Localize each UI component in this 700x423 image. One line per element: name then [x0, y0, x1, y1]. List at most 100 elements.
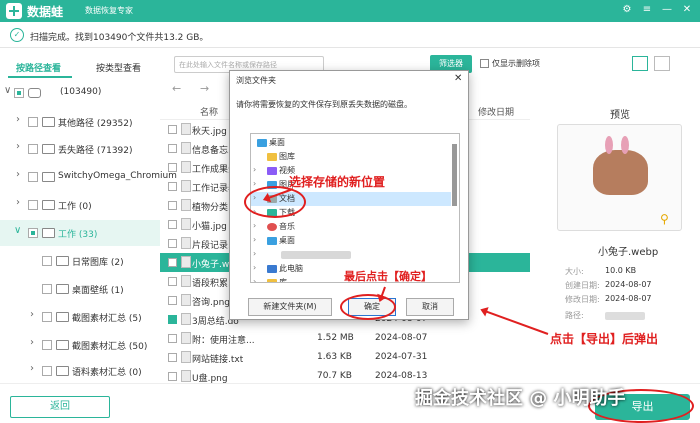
chevron-right-icon[interactable]: › [16, 197, 20, 208]
cancel-button[interactable]: 取消 [406, 298, 454, 316]
file-checkbox[interactable] [168, 277, 177, 286]
list-view-icon[interactable] [654, 56, 670, 71]
tree-item[interactable]: 日常图库 (2) [0, 248, 160, 274]
file-name: 小猫.jpg [192, 222, 227, 232]
tree-checkbox[interactable] [28, 200, 38, 210]
folder-icon [42, 144, 55, 154]
chevron-down-icon[interactable]: ∨ [14, 225, 21, 236]
chevron-right-icon[interactable]: › [30, 337, 34, 348]
tree-item[interactable]: › SwitchyOmega_Chromium [0, 164, 177, 190]
dialog-tree-label: 音乐 [279, 222, 295, 231]
file-row[interactable]: 附：使用注意... 1.52 MB 2024-08-07 [160, 329, 530, 348]
dialog-tree-item[interactable]: › 桌面 [251, 234, 451, 248]
chevron-right-icon[interactable]: › [253, 165, 256, 174]
tab-by-path[interactable]: 按路径查看 [16, 61, 61, 74]
close-icon[interactable]: ✕ [680, 3, 694, 17]
file-checkbox[interactable] [168, 353, 177, 362]
folder-icon [56, 366, 69, 376]
chevron-right-icon[interactable]: › [253, 263, 256, 272]
tree-item[interactable]: › 截图素材汇总 (50) [0, 332, 160, 358]
folder-icon [56, 284, 69, 294]
meta-key: 大小: [565, 267, 584, 276]
dialog-tree-item[interactable]: 桌面 [251, 136, 451, 150]
folder-icon [42, 172, 55, 182]
meta-value: 10.0 KB [605, 266, 637, 275]
column-name[interactable]: 名称 [200, 105, 218, 118]
file-checkbox[interactable] [168, 125, 177, 134]
dialog-tree-item[interactable]: 图库 [251, 150, 451, 164]
watermark: 掘金技术社区 @ 小明助手 [415, 388, 626, 409]
file-checkbox[interactable] [168, 296, 177, 305]
tree-item-label: 丢失路径 (71392) [58, 146, 133, 156]
dialog-tree-label: 库 [279, 278, 287, 283]
dialog-tree-label: 图库 [279, 152, 295, 161]
chevron-right-icon[interactable]: › [253, 277, 256, 282]
file-checkbox[interactable] [168, 239, 177, 248]
annotation-export-hint: 点击【导出】后弹出 [550, 332, 659, 346]
file-checkbox[interactable] [168, 144, 177, 153]
chevron-right-icon[interactable]: › [253, 221, 256, 230]
tree-item[interactable]: › 截图素材汇总 (5) [0, 304, 160, 330]
file-checkbox[interactable] [168, 163, 177, 172]
dialog-scrollbar[interactable] [452, 144, 457, 206]
tree-checkbox[interactable] [14, 88, 24, 98]
file-row[interactable]: 网站链接.txt 1.63 KB 2024-07-31 [160, 348, 530, 367]
tree-item-label: 语料素材汇总 (0) [72, 368, 142, 378]
minimize-icon[interactable]: — [660, 3, 674, 17]
file-checkbox[interactable] [168, 201, 177, 210]
tree-checkbox[interactable] [42, 256, 52, 266]
file-icon [181, 218, 191, 230]
chevron-right-icon[interactable]: › [30, 309, 34, 320]
file-checkbox[interactable] [168, 258, 177, 267]
chevron-right-icon[interactable]: › [253, 235, 256, 244]
tree-checkbox[interactable] [28, 228, 38, 238]
file-checkbox[interactable] [168, 315, 177, 324]
menu-icon[interactable]: ≡ [640, 3, 654, 17]
file-checkbox[interactable] [168, 182, 177, 191]
new-folder-button[interactable]: 新建文件夹(M) [248, 298, 332, 316]
zoom-icon[interactable]: ⚲ [660, 212, 669, 226]
video-icon [267, 167, 277, 175]
grid-view-icon[interactable] [632, 56, 648, 71]
tree-item-root[interactable]: ∨ (103490) [0, 80, 160, 106]
tree-item-selected[interactable]: ∨ 工作 (33) [0, 220, 160, 246]
chevron-right-icon[interactable]: › [253, 179, 256, 188]
file-checkbox[interactable] [168, 334, 177, 343]
chevron-right-icon[interactable]: › [30, 363, 34, 374]
forward-arrow-icon[interactable]: → [200, 82, 209, 95]
tree-item[interactable]: › 其他路径 (29352) [0, 109, 160, 135]
tree-checkbox[interactable] [42, 312, 52, 322]
dialog-close-icon[interactable]: ✕ [454, 73, 462, 84]
back-arrow-icon[interactable]: ← [172, 82, 181, 95]
tree-checkbox[interactable] [28, 144, 38, 154]
tree-checkbox[interactable] [28, 172, 38, 182]
tree-item[interactable]: › 丢失路径 (71392) [0, 136, 160, 162]
file-checkbox[interactable] [168, 220, 177, 229]
back-button[interactable]: 返回 [10, 396, 110, 418]
dialog-tree-item[interactable]: › 音乐 [251, 220, 451, 234]
chevron-right-icon[interactable]: › [253, 249, 256, 258]
tree-item[interactable]: › 工作 (0) [0, 192, 160, 218]
file-date: 2024-08-07 [375, 333, 428, 343]
chevron-right-icon[interactable]: › [16, 169, 20, 180]
only-deleted-toggle[interactable]: 仅显示删除项 [480, 58, 540, 69]
tree-checkbox[interactable] [42, 366, 52, 376]
only-deleted-checkbox[interactable] [480, 59, 489, 68]
settings-icon[interactable]: ⚙ [620, 3, 634, 17]
tree-item[interactable]: › 语料素材汇总 (0) [0, 358, 160, 384]
dialog-tree-label: 桌面 [269, 138, 285, 147]
dialog-tree-item-redacted[interactable]: › [251, 248, 451, 262]
tree-checkbox[interactable] [42, 340, 52, 350]
tree-item[interactable]: 桌面壁纸 (1) [0, 276, 160, 302]
chevron-right-icon[interactable]: › [16, 141, 20, 152]
file-date: 2024-07-31 [375, 352, 428, 362]
chevron-right-icon[interactable]: › [16, 114, 20, 125]
tree-item-label: (103490) [60, 87, 102, 97]
tab-by-type[interactable]: 按类型查看 [96, 61, 141, 74]
chevron-down-icon[interactable]: ∨ [4, 85, 11, 96]
tree-checkbox[interactable] [42, 284, 52, 294]
tree-checkbox[interactable] [28, 117, 38, 127]
file-checkbox[interactable] [168, 372, 177, 381]
column-date[interactable]: 修改日期 [478, 105, 514, 118]
file-name: 网站链接.txt [192, 355, 244, 365]
